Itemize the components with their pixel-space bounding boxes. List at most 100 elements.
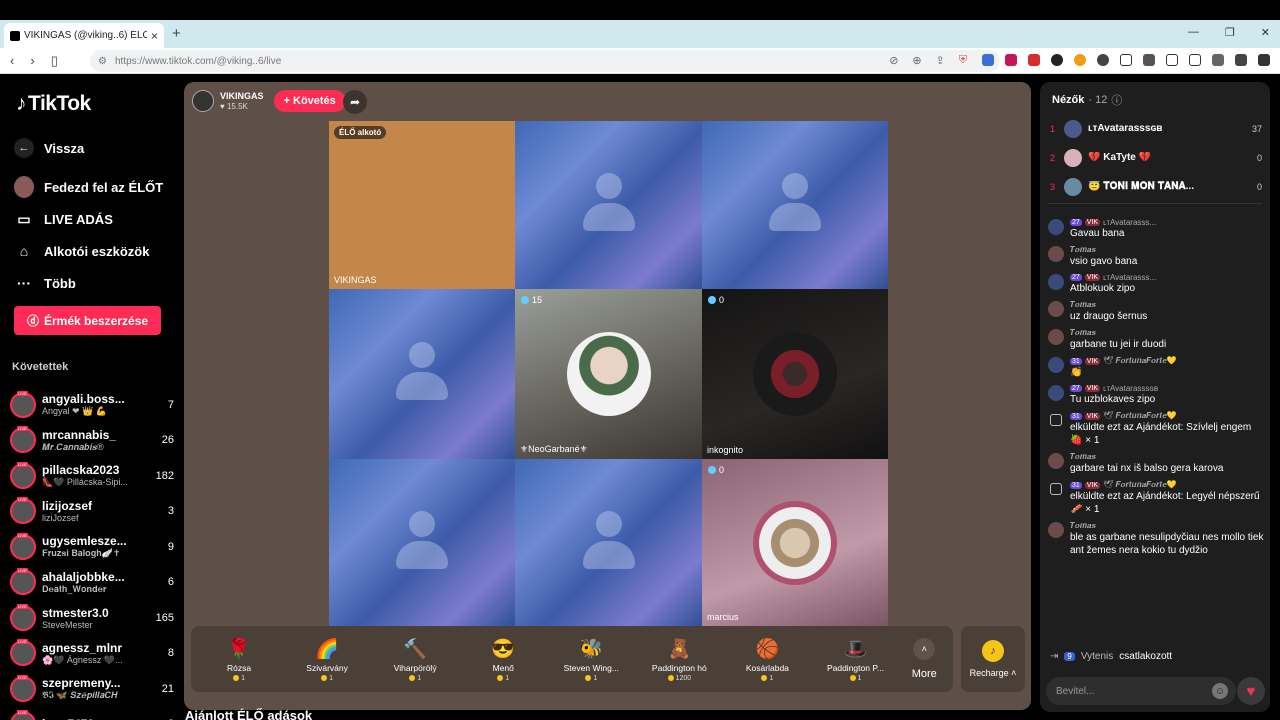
following-item[interactable]: LIVE angyali.boss... Angyal ❤ 👑 💪 7 <box>10 387 174 423</box>
avatar[interactable] <box>1048 274 1064 290</box>
minimize-icon[interactable]: — <box>1188 26 1199 39</box>
sidebar-item-more[interactable]: ··· Több <box>14 267 174 299</box>
close-tab-icon[interactable]: × <box>151 29 158 43</box>
back-icon[interactable]: ‹ <box>10 53 14 69</box>
avatar[interactable] <box>1048 453 1064 469</box>
site-settings-icon[interactable]: ⚙ <box>98 56 107 67</box>
gift-item[interactable]: 🔨 Viharpörölý 1 <box>371 626 459 692</box>
follow-button[interactable]: + Követés <box>273 90 346 112</box>
gift-item[interactable]: 😎 Menő 1 <box>459 626 547 692</box>
message-user[interactable]: 𝑻𝒐𝒎𝒂𝒔 <box>1070 521 1264 531</box>
gift-item[interactable]: 🌹 Rózsa 1 <box>195 626 283 692</box>
extension-color-icon[interactable] <box>1074 54 1086 66</box>
new-tab-icon[interactable]: + <box>172 25 181 42</box>
tiktok-logo[interactable]: ♪TikTok <box>16 92 91 116</box>
zoom-icon[interactable]: ⊕ <box>912 54 921 67</box>
grid-cell-empty[interactable] <box>329 289 515 459</box>
wallet-icon[interactable] <box>1189 54 1201 66</box>
avatar[interactable] <box>1048 301 1064 317</box>
sidebar-item-explore-live[interactable]: Fedezd fel az ÉLŐT <box>14 171 174 203</box>
viewer-rank: 1 <box>1050 123 1056 134</box>
forward-icon[interactable]: › <box>30 53 34 69</box>
viewer-row[interactable]: 1 ʟᴛAvatarasssɢʙ 37 <box>1050 114 1262 143</box>
following-item[interactable]: LIVE agnessz_mlnr 🌸🖤 Ágnessz 🖤... 8 <box>10 636 174 672</box>
extension-box-icon[interactable] <box>1120 54 1132 66</box>
share-icon[interactable]: ➦ <box>343 90 367 114</box>
extension-globe-icon[interactable] <box>1097 54 1109 66</box>
viewer-row[interactable]: 3 😇 𝐓𝐎𝐍𝐈 𝐌𝐎𝐍 𝐓𝐀𝐍𝐀... 0 <box>1050 172 1262 201</box>
sidebar-item-live[interactable]: ▭ LIVE ADÁS <box>14 203 174 235</box>
shield-ext-icon[interactable] <box>1235 54 1247 66</box>
following-item[interactable]: LIVE ahalaljobbke... 𝐃𝐞𝐚𝐭𝐡_𝐖𝐨𝐧𝐝𝐞𝐫 6 <box>10 565 174 601</box>
gift-item[interactable]: 🧸 Paddington hó 1200 <box>635 626 723 692</box>
gift-item[interactable]: 🏀 Kosárlabda 1 <box>723 626 811 692</box>
viewers-header[interactable]: Nézők · 12 ⓘ <box>1052 92 1122 108</box>
avatar[interactable] <box>1048 385 1064 401</box>
menu-icon[interactable] <box>1258 54 1270 66</box>
chat-input[interactable]: Bevitel... ☺ <box>1046 677 1236 705</box>
close-window-icon[interactable]: ✕ <box>1261 26 1270 39</box>
grid-cell-empty[interactable] <box>515 121 702 289</box>
like-heart-button[interactable]: ♥ <box>1237 677 1265 705</box>
following-item[interactable]: LIVE mrcannabis_ 𝑴𝒓.𝑪𝒂𝒏𝒏𝒂𝒃𝒊𝒔® 26 <box>10 423 174 459</box>
grid-cell-guest[interactable]: 0 marcius <box>702 459 888 626</box>
message-user[interactable]: 27 VIK ʟᴛAvatarasss... <box>1070 218 1264 227</box>
viewer-row[interactable]: 2 💔 KaTyte 💔 0 <box>1050 143 1262 172</box>
info-icon[interactable]: ⓘ <box>1111 92 1122 108</box>
buy-coins-button[interactable]: ⓓ Érmék beszerzése <box>14 306 161 335</box>
message-user[interactable]: 𝑻𝒐𝒎𝒂𝒔 <box>1070 452 1264 462</box>
bookmark-icon[interactable]: ▯ <box>51 53 58 69</box>
share-page-icon[interactable]: ⇪ <box>936 54 945 67</box>
shield-icon[interactable]: ⛨ <box>959 54 967 67</box>
gift-icon[interactable] <box>1050 483 1062 495</box>
message-user[interactable]: 31 VIK 🕊 𝑭𝒐𝒓𝒕𝒖𝒏𝒂𝑭𝒐𝒓𝒕𝒆💛 <box>1070 411 1264 421</box>
emoji-icon[interactable]: ☺ <box>1212 683 1228 699</box>
recharge-button[interactable]: ♪ Recharge ˄ <box>961 626 1025 692</box>
following-item[interactable]: LIVE ugysemlesze... 𝐅𝐫𝐮𝐳𝐬𝐢 𝐁𝐚𝐥𝐨𝐠𝐡🪽✝ 9 <box>10 529 174 565</box>
message-user[interactable]: 27 VIK ʟᴛAvatarasssɢʙ <box>1070 384 1264 393</box>
avatar[interactable] <box>1048 522 1064 538</box>
url-field[interactable]: ⚙ https://www.tiktok.com/@viking..6/live… <box>90 50 1000 72</box>
gift-icon[interactable] <box>1050 414 1062 426</box>
sidebar-item-creator-tools[interactable]: ⌂ Alkotói eszközök <box>14 235 174 267</box>
following-item[interactable]: LIVE szepremeny... 𝕭𝕴 🦋 𝑺𝒛𝒆̈𝒑𝒊𝒍𝒍𝒂𝑪𝑯 21 <box>10 671 174 707</box>
more-gifts-button[interactable]: ˄ More <box>900 626 949 692</box>
sidebar-item-back[interactable]: ← Vissza <box>14 132 174 164</box>
avatar[interactable] <box>1048 357 1064 373</box>
message-user[interactable]: 𝑻𝒐𝒎𝒂𝒔 <box>1070 328 1264 338</box>
following-item[interactable]: LIVE stmester3.0 SteveMester 165 <box>10 600 174 636</box>
following-item[interactable]: LIVE lizijozsef liziJozsef 3 <box>10 494 174 530</box>
gift-item[interactable]: 🎩 Paddington P... 1 <box>811 626 899 692</box>
following-item[interactable]: LIVEimre74738 <box>10 707 174 720</box>
grid-cell-empty[interactable] <box>329 459 515 626</box>
music-icon[interactable] <box>1143 54 1155 66</box>
avatar[interactable] <box>1048 246 1064 262</box>
extension-circle-icon[interactable] <box>1051 54 1063 66</box>
translate-icon[interactable] <box>982 54 994 66</box>
maximize-icon[interactable]: ❐ <box>1225 26 1235 39</box>
ai-icon[interactable] <box>1212 54 1224 66</box>
joined-user[interactable]: Vytenis <box>1081 651 1113 662</box>
grid-cell-guest[interactable]: 0 inkognito <box>702 289 888 459</box>
message-user[interactable]: 31 VIK 🕊 𝑭𝒐𝒓𝒕𝒖𝒏𝒂𝑭𝒐𝒓𝒕𝒆💛 <box>1070 356 1264 366</box>
grid-cell-guest[interactable]: 15 ⚜NeoGarbané⚜ <box>515 289 702 459</box>
message-user[interactable]: 𝑻𝒐𝒎𝒂𝒔 <box>1070 300 1264 310</box>
no-camera-icon[interactable]: ⊘ <box>889 54 898 67</box>
gift-item[interactable]: 🐝 Steven Wing... 1 <box>547 626 635 692</box>
host-name[interactable]: VIKINGAS <box>220 91 264 102</box>
avatar[interactable] <box>1048 329 1064 345</box>
host-avatar[interactable] <box>192 90 214 112</box>
sidebar-icon[interactable] <box>1166 54 1178 66</box>
avatar[interactable] <box>1048 219 1064 235</box>
grid-cell-host[interactable]: ÉLŐ alkotó VIKINGAS <box>329 121 515 289</box>
grid-cell-empty[interactable] <box>702 121 888 289</box>
message-user[interactable]: 𝑻𝒐𝒎𝒂𝒔 <box>1070 245 1264 255</box>
extension-his-icon[interactable] <box>1028 54 1040 66</box>
message-user[interactable]: 31 VIK 🕊 𝑭𝒐𝒓𝒕𝒖𝒏𝒂𝑭𝒐𝒓𝒕𝒆💛 <box>1070 480 1264 490</box>
extension-x-icon[interactable] <box>1005 54 1017 66</box>
message-user[interactable]: 27 VIK ʟᴛAvatarasss... <box>1070 273 1264 282</box>
browser-tab[interactable]: VIKINGAS (@viking..6) ÉLŐ ad... × <box>4 23 164 48</box>
following-item[interactable]: LIVE pillacska2023 👠🖤 Pillácska-Sipi... 182 <box>10 458 174 494</box>
grid-cell-empty[interactable] <box>515 459 702 626</box>
gift-item[interactable]: 🌈 Szivárvány 1 <box>283 626 371 692</box>
